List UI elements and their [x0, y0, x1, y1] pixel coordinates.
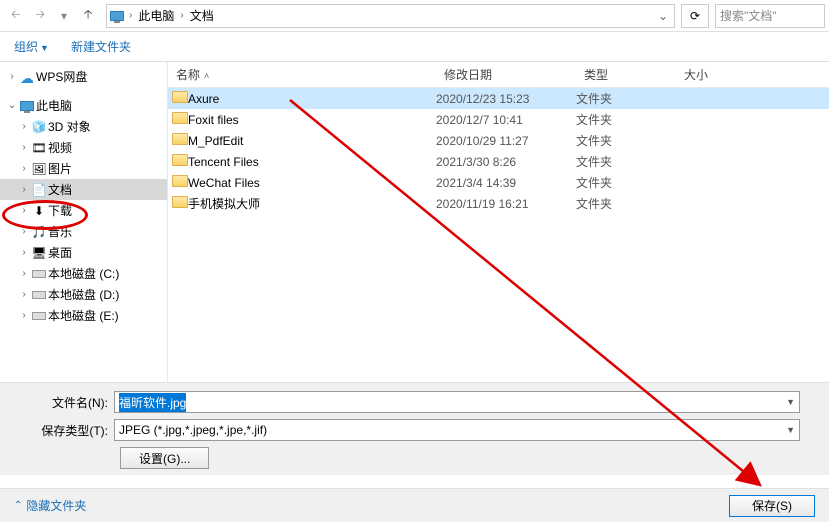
- refresh-button[interactable]: ⟳: [681, 4, 709, 28]
- up-button[interactable]: 🡡: [76, 4, 100, 28]
- file-row[interactable]: Tencent Files2021/3/30 8:26文件夹: [168, 151, 829, 172]
- sidebar-item-7[interactable]: ›本地磁盘 (C:): [0, 263, 167, 284]
- organize-menu[interactable]: 组织▼: [14, 38, 49, 55]
- search-input[interactable]: 搜索"文档": [715, 4, 825, 28]
- file-row[interactable]: WeChat Files2021/3/4 14:39文件夹: [168, 172, 829, 193]
- breadcrumb-documents[interactable]: 文档: [186, 7, 218, 24]
- file-row[interactable]: 手机模拟大师2020/11/19 16:21文件夹: [168, 193, 829, 214]
- sidebar-item-5[interactable]: ›🎵音乐: [0, 221, 167, 242]
- col-type[interactable]: 类型: [576, 66, 676, 83]
- folder-icon: [172, 154, 188, 166]
- sidebar: ›WPS网盘 ⌄此电脑 ›🧊3D 对象›🎞视频›🖼图片›📄文档›⬇下载›🎵音乐›…: [0, 62, 168, 382]
- filename-label: 文件名(N):: [14, 394, 114, 411]
- breadcrumb[interactable]: › 此电脑 › 文档 ⌄: [106, 4, 675, 28]
- address-bar-row: 🡠 🡢 ▾ 🡡 › 此电脑 › 文档 ⌄ ⟳ 搜索"文档": [0, 0, 829, 32]
- folder-icon: [172, 133, 188, 145]
- chevron-right-icon: ›: [178, 10, 185, 21]
- hide-folders-link[interactable]: ⌃隐藏文件夹: [14, 497, 86, 514]
- save-button[interactable]: 保存(S): [729, 495, 815, 517]
- sidebar-item-0[interactable]: ›🧊3D 对象: [0, 116, 167, 137]
- column-headers: 名称˄ 修改日期 类型 大小: [168, 62, 829, 88]
- sidebar-item-9[interactable]: ›本地磁盘 (E:): [0, 305, 167, 326]
- folder-icon: [172, 91, 188, 103]
- file-row[interactable]: Axure2020/12/23 15:23文件夹: [168, 88, 829, 109]
- new-folder-button[interactable]: 新建文件夹: [71, 38, 131, 55]
- footer: ⌃隐藏文件夹 保存(S): [0, 488, 829, 522]
- settings-button[interactable]: 设置(G)...: [120, 447, 209, 469]
- sidebar-item-2[interactable]: ›🖼图片: [0, 158, 167, 179]
- sidebar-item-8[interactable]: ›本地磁盘 (D:): [0, 284, 167, 305]
- folder-icon: [172, 196, 188, 208]
- file-row[interactable]: M_PdfEdit2020/10/29 11:27文件夹: [168, 130, 829, 151]
- toolbar: 组织▼ 新建文件夹: [0, 32, 829, 62]
- breadcrumb-dropdown[interactable]: ⌄: [652, 9, 674, 23]
- sidebar-item-3[interactable]: ›📄文档: [0, 179, 167, 200]
- save-form: 文件名(N): 福昕软件.jpg ▼ 保存类型(T): JPEG (*.jpg,…: [0, 382, 829, 475]
- sidebar-item-6[interactable]: ›🖥桌面: [0, 242, 167, 263]
- file-row[interactable]: Foxit files2020/12/7 10:41文件夹: [168, 109, 829, 130]
- sidebar-wps[interactable]: ›WPS网盘: [0, 66, 167, 87]
- col-name[interactable]: 名称˄: [168, 66, 436, 83]
- folder-icon: [172, 112, 188, 124]
- sidebar-item-1[interactable]: ›🎞视频: [0, 137, 167, 158]
- file-list: 名称˄ 修改日期 类型 大小 Axure2020/12/23 15:23文件夹F…: [168, 62, 829, 382]
- folder-icon: [172, 175, 188, 187]
- col-date[interactable]: 修改日期: [436, 66, 576, 83]
- sidebar-item-4[interactable]: ›⬇下载: [0, 200, 167, 221]
- filename-input[interactable]: 福昕软件.jpg ▼: [114, 391, 800, 413]
- sidebar-thispc[interactable]: ⌄此电脑: [0, 95, 167, 116]
- breadcrumb-thispc[interactable]: 此电脑: [134, 7, 178, 24]
- location-icon: [107, 11, 127, 21]
- recent-dropdown[interactable]: ▾: [52, 4, 76, 28]
- back-button[interactable]: 🡠: [4, 4, 28, 28]
- filetype-label: 保存类型(T):: [14, 422, 114, 439]
- chevron-right-icon: ›: [127, 10, 134, 21]
- col-size[interactable]: 大小: [676, 66, 756, 83]
- filetype-select[interactable]: JPEG (*.jpg,*.jpeg,*.jpe,*.jif)▼: [114, 419, 800, 441]
- forward-button: 🡢: [28, 4, 52, 28]
